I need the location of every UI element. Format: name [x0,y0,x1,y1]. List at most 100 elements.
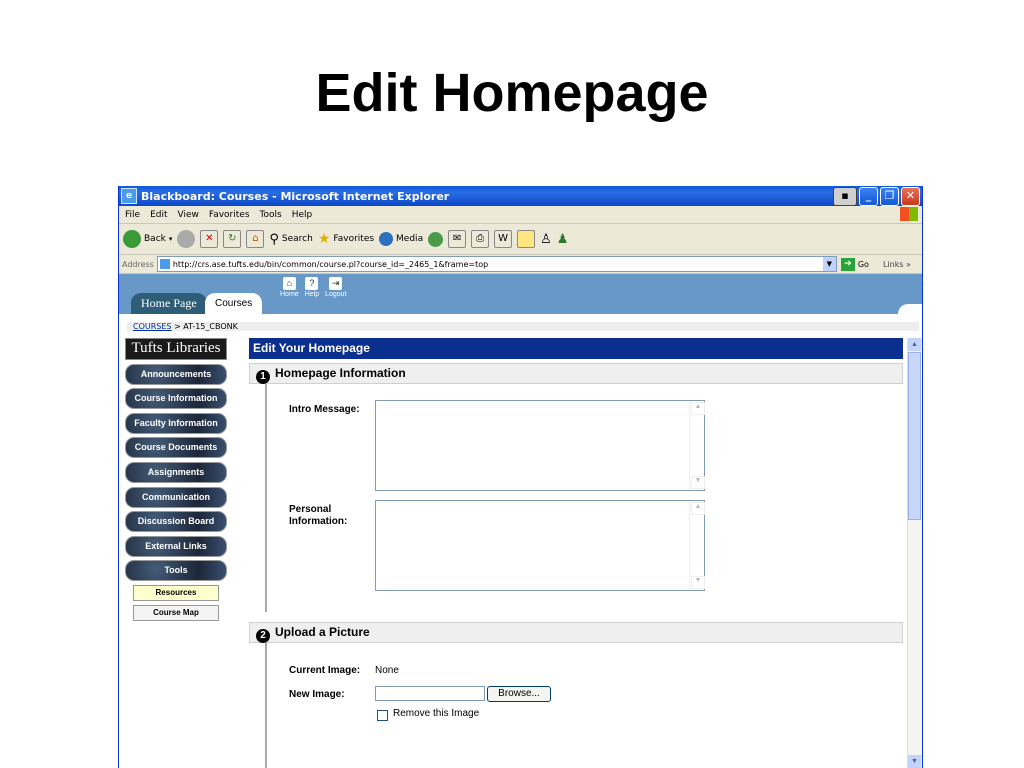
sidebar-item-assignments[interactable]: Assignments [125,461,227,483]
address-url: http://crs.ase.tufts.edu/bin/common/cour… [172,259,489,269]
personal-information-textarea[interactable]: ▲ ▼ [375,500,705,591]
main-panel: Edit Your Homepage 1 Homepage Information… [249,338,903,768]
help-icon: ? [305,277,319,290]
menu-view[interactable]: View [178,210,199,220]
window-title: Blackboard: Courses - Microsoft Internet… [141,189,450,203]
tab-courses[interactable]: Courses [205,293,263,314]
page-icon [159,259,170,269]
discuss-icon[interactable] [517,230,536,248]
header-logout-link[interactable]: ⇥ Logout [325,277,347,298]
page-content: Home Page Courses ⌂ Home ? Help ⇥ Logout… [119,274,922,768]
scrollbar-thumb[interactable] [908,352,921,520]
address-bar: Address http://crs.ase.tufts.edu/bin/com… [119,255,922,274]
sidebar-item-tools[interactable]: Tools [125,560,227,582]
restore-button[interactable]: ❐ [880,187,899,206]
intro-message-textarea[interactable]: ▲ ▼ [375,400,705,491]
sidebar-item-announcements[interactable]: Announcements [125,363,227,385]
links-button[interactable]: Links » [883,260,911,269]
section-upload-picture: 2 Upload a Picture [249,622,903,643]
menu-file[interactable]: File [125,210,140,220]
menu-help[interactable]: Help [292,210,313,220]
star-icon: ★ [317,231,331,247]
breadcrumb-courses-link[interactable]: COURSES [133,322,172,331]
menu-favorites[interactable]: Favorites [209,210,250,220]
header-help-link[interactable]: ? Help [305,277,319,298]
address-input[interactable]: http://crs.ase.tufts.edu/bin/common/cour… [156,256,837,272]
scroll-up-icon[interactable]: ▲ [691,502,705,515]
scroll-up-arrow-icon[interactable]: ▲ [908,338,921,351]
go-arrow-icon: ➔ [840,257,855,271]
page-title: Edit Your Homepage [249,338,903,359]
step-number-icon: 2 [256,629,270,643]
home-icon[interactable]: ⌂ [246,230,265,248]
step-number-icon: 1 [256,370,270,384]
sidebar-item-communication[interactable]: Communication [125,486,227,508]
sidebar-item-faculty-information[interactable]: Faculty Information [125,412,227,434]
browser-window: e Blackboard: Courses - Microsoft Intern… [118,186,923,768]
messenger-icon[interactable]: ♙ [540,232,552,247]
scroll-up-icon[interactable]: ▲ [691,402,705,415]
slide-title: Edit Homepage [315,63,709,123]
textarea-scrollbar[interactable]: ▲ ▼ [689,501,705,590]
building-icon: ⌂ [282,277,296,290]
menu-bar: File Edit View Favorites Tools Help [119,206,922,224]
sidebar-item-course-information[interactable]: Course Information [125,388,227,410]
sidebar-title: Tufts Libraries [125,338,227,360]
section-title: Homepage Information [275,366,406,380]
header-curve [898,304,922,314]
header-home-link[interactable]: ⌂ Home [280,277,299,298]
sidebar-course-map-button[interactable]: Course Map [133,605,219,622]
sidebar-item-discussion-board[interactable]: Discussion Board [125,511,227,533]
browse-button[interactable]: Browse... [487,686,551,702]
stop-icon[interactable]: ✕ [200,230,219,248]
address-dropdown-icon[interactable]: ▼ [822,257,836,271]
favorites-button[interactable]: ★ Favorites [318,231,374,247]
section-homepage-information: 1 Homepage Information [249,363,903,384]
minimize-button[interactable]: _ [859,187,878,206]
current-image-value: None [375,665,399,676]
print-icon[interactable]: ⎙ [471,230,490,248]
new-image-label: New Image: [289,689,345,700]
back-arrow-icon [123,230,141,248]
search-button[interactable]: ⚲ Search [269,232,312,247]
toolbar: Back ▾ ✕ ↻ ⌂ ⚲ Search ★ Favorites Media ✉… [119,224,922,255]
course-sidebar: Tufts Libraries Announcements Course Inf… [125,338,233,622]
sidebar-resources-button[interactable]: Resources [133,585,219,602]
current-image-label: Current Image: [289,665,361,676]
go-button[interactable]: ➔ Go [840,257,869,271]
scroll-down-icon[interactable]: ▼ [691,476,705,489]
intro-message-label: Intro Message: [289,404,360,415]
media-icon [379,232,394,246]
sidebar-item-external-links[interactable]: External Links [125,535,227,557]
remove-image-checkbox[interactable] [377,710,388,721]
edit-word-icon[interactable]: W [494,230,513,248]
extra-window-icon[interactable]: ▪ [833,187,857,206]
mail-icon[interactable]: ✉ [448,230,467,248]
new-image-file-input[interactable] [375,686,485,701]
back-button[interactable]: Back ▾ [123,230,172,248]
media-button[interactable]: Media [379,232,423,246]
search-icon: ⚲ [269,231,279,247]
menu-tools[interactable]: Tools [260,210,282,220]
personal-information-label: Personal Information: [289,504,348,527]
title-bar: e Blackboard: Courses - Microsoft Intern… [119,186,922,206]
tab-home-page[interactable]: Home Page [131,293,207,314]
windows-logo-icon [900,207,918,221]
section-divider-line [265,643,267,768]
page-scrollbar[interactable]: ▲ ▼ [907,338,922,768]
close-button[interactable]: ✕ [901,187,920,206]
history-icon[interactable] [428,231,444,247]
breadcrumb-current: > AT-15_CBONK [174,322,238,331]
scroll-down-arrow-icon[interactable]: ▼ [908,755,921,768]
menu-edit[interactable]: Edit [150,210,167,220]
logout-icon: ⇥ [329,277,343,290]
scroll-down-icon[interactable]: ▼ [691,576,705,589]
forward-button[interactable] [177,230,196,248]
contacts-icon[interactable]: ♟ [557,232,569,247]
section-title: Upload a Picture [275,625,370,639]
ie-icon: e [121,188,137,204]
textarea-scrollbar[interactable]: ▲ ▼ [689,401,705,490]
section-divider-line [265,384,267,612]
refresh-icon[interactable]: ↻ [223,230,242,248]
sidebar-item-course-documents[interactable]: Course Documents [125,437,227,459]
